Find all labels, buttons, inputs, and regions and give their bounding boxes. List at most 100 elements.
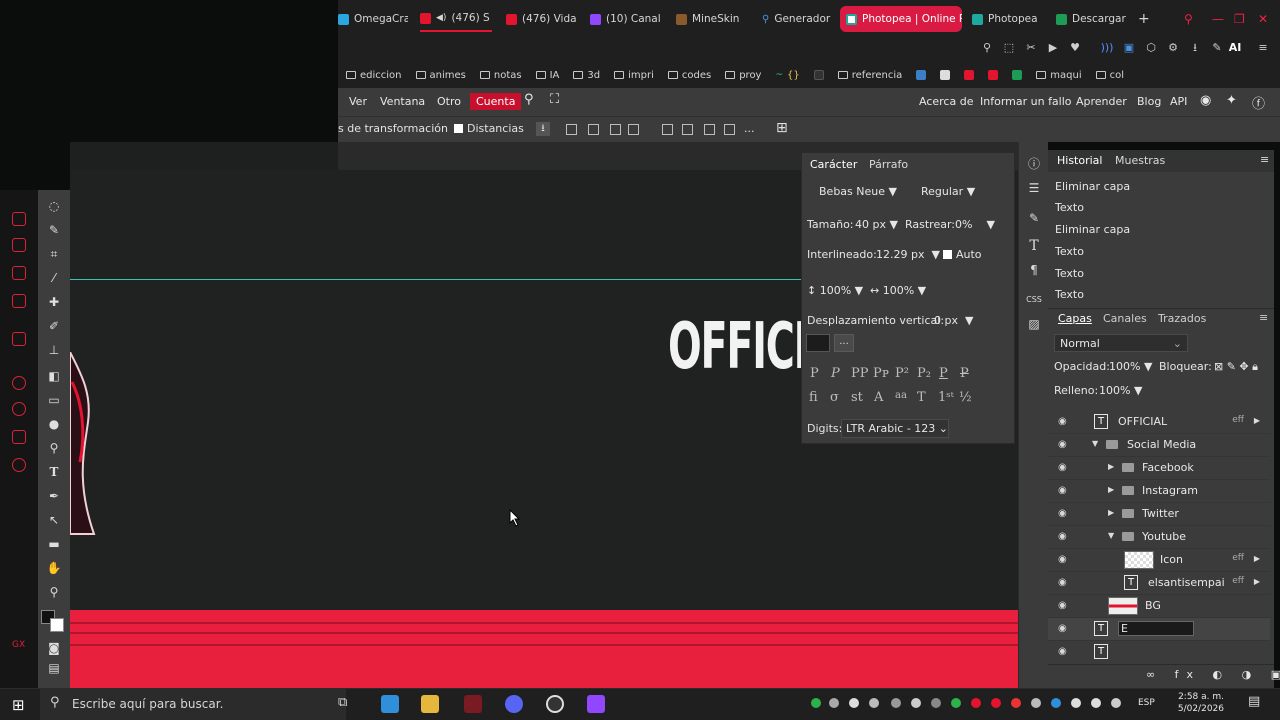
discord-icon[interactable] <box>505 695 523 713</box>
expand-icon[interactable]: ▶ <box>1108 485 1114 494</box>
healing-brush-icon[interactable]: ✚ <box>46 294 62 310</box>
tray-icon[interactable] <box>1011 698 1021 708</box>
fill-input[interactable]: 100% ▼ <box>1099 384 1142 397</box>
bookmark-folder[interactable]: maqui <box>1036 70 1082 81</box>
layer-row[interactable]: ◉ ▶ Facebook <box>1048 457 1270 480</box>
file-explorer-icon[interactable] <box>421 695 439 713</box>
settings-icon[interactable]: ⚙ <box>1166 41 1180 55</box>
visibility-eye-icon[interactable]: ◉ <box>1058 462 1067 473</box>
browser-tab[interactable]: ◀) (476) S <box>420 6 492 32</box>
swash-icon[interactable]: A <box>874 390 883 405</box>
taskbar-clock[interactable]: 2:58 a. m. 5/02/2026 <box>1178 691 1224 715</box>
gx-icon[interactable]: GX <box>12 640 26 654</box>
gradient-icon[interactable]: ▭ <box>46 392 62 408</box>
pin-icon[interactable]: ⚲ <box>980 41 994 55</box>
brush-settings-icon[interactable]: ✎ <box>1026 210 1042 226</box>
distribute-icon[interactable] <box>704 124 715 135</box>
tab-layers[interactable]: Capas <box>1058 312 1092 325</box>
guide-line[interactable] <box>70 279 810 280</box>
bookmark-link[interactable] <box>964 70 975 80</box>
ligature-icon[interactable]: fi <box>809 390 818 405</box>
tray-icon[interactable] <box>849 698 859 708</box>
reddit-icon[interactable]: ◉ <box>1200 93 1211 108</box>
app-icon[interactable] <box>12 266 26 280</box>
clock-icon[interactable] <box>12 402 26 416</box>
tab-channels[interactable]: Canales <box>1103 312 1147 325</box>
tracking-input[interactable]: 0% ▼ <box>955 218 995 231</box>
auto-leading-checkbox[interactable]: Auto <box>943 248 982 261</box>
paragraph-icon[interactable]: ¶ <box>1026 262 1042 278</box>
app-icon[interactable] <box>12 238 26 252</box>
visibility-eye-icon[interactable]: ◉ <box>1058 646 1067 657</box>
bookmark-link[interactable] <box>813 70 824 80</box>
history-row[interactable]: Texto <box>1055 267 1084 280</box>
blur-icon[interactable]: ● <box>46 416 62 432</box>
fullscreen-icon[interactable]: ⛶ <box>550 92 559 107</box>
puzzle-icon[interactable]: ⬡ <box>1144 41 1158 55</box>
link-report-bug[interactable]: Informar un fallo <box>980 95 1072 108</box>
browser-tab[interactable]: ⚲ Generador <box>762 6 834 32</box>
menu-ver[interactable]: Ver <box>349 95 367 108</box>
effects-badge[interactable]: eff <box>1232 553 1244 563</box>
canvas-headline-text[interactable]: OFFICI <box>668 310 808 384</box>
history-row[interactable]: Texto <box>1055 245 1084 258</box>
visibility-eye-icon[interactable]: ◉ <box>1058 508 1067 519</box>
panel-menu-icon[interactable]: ≡ <box>1260 153 1269 166</box>
layer-row[interactable]: ◉ T elsantisempai eff ▶ <box>1048 572 1270 595</box>
visibility-eye-icon[interactable]: ◉ <box>1058 416 1067 427</box>
layer-row[interactable]: ◉ Icon eff ▶ <box>1048 549 1270 572</box>
bookmark-folder[interactable]: IA <box>535 70 559 81</box>
grid-icon[interactable]: ⊞ <box>776 120 788 136</box>
bookmark-link[interactable] <box>1012 70 1023 80</box>
language-indicator[interactable]: ESP <box>1138 698 1155 708</box>
horizontal-scale-input[interactable]: ↔ 100% ▼ <box>870 284 926 297</box>
browser-tab-active[interactable]: Photopea | Online P <box>840 6 962 32</box>
underline-icon[interactable]: P <box>939 366 948 381</box>
layer-row[interactable]: ◉ T OFFICIAL eff ▶ <box>1048 411 1270 434</box>
refresh-icon[interactable] <box>12 212 26 226</box>
subscript-icon[interactable]: P₂ <box>917 366 931 381</box>
faux-italic-icon[interactable]: P <box>831 366 840 381</box>
superscript-icon[interactable]: P² <box>895 366 909 381</box>
properties-icon[interactable]: ☰ <box>1026 180 1042 196</box>
tray-icon[interactable] <box>1031 698 1041 708</box>
titling-icon[interactable]: T <box>917 390 926 405</box>
align-top-icon[interactable]: ⭳ <box>536 122 550 136</box>
visibility-eye-icon[interactable]: ◉ <box>1058 623 1067 634</box>
tray-icon[interactable] <box>829 698 839 708</box>
align-icon[interactable] <box>610 124 621 135</box>
ai-button[interactable]: AI <box>1226 41 1244 55</box>
xbox-icon[interactable] <box>811 698 821 708</box>
lasso-tool-icon[interactable]: ◌ <box>46 198 62 214</box>
expand-icon[interactable]: ▶ <box>1108 462 1114 471</box>
browser-tab[interactable]: MineSkin <box>676 6 748 32</box>
bluetooth-icon[interactable] <box>1051 698 1061 708</box>
tab-history[interactable]: Historial <box>1057 154 1102 167</box>
layer-row-selected[interactable]: ◉ T E <box>1048 618 1270 641</box>
bookmark-folder[interactable]: referencia <box>837 70 902 81</box>
search-icon[interactable]: ⚲ <box>524 92 534 107</box>
blend-mode-select[interactable]: Normal ⌄ <box>1054 334 1188 352</box>
eyedropper-icon[interactable]: ⁄ <box>46 270 62 286</box>
bookmark-link[interactable] <box>916 70 927 80</box>
tab-swatches[interactable]: Muestras <box>1115 154 1165 167</box>
settings-icon[interactable] <box>12 458 26 472</box>
volume-icon[interactable] <box>1091 698 1101 708</box>
menu-icon[interactable]: ≡ <box>1256 41 1270 55</box>
text-color-swatch[interactable] <box>806 334 830 352</box>
quick-select-icon[interactable]: ✎ <box>46 222 62 238</box>
fractions-icon[interactable]: ½ <box>959 390 972 405</box>
history-row[interactable]: Texto <box>1055 288 1084 301</box>
tray-icon[interactable] <box>1111 698 1121 708</box>
layer-row[interactable]: ◉ BG <box>1048 595 1270 618</box>
cube-icon[interactable] <box>12 430 26 444</box>
stylistic-alternates-icon[interactable]: aa <box>895 390 907 401</box>
bookmark-folder[interactable]: 3d <box>573 70 600 81</box>
layer-row[interactable]: ◉ ▼ Youtube <box>1048 526 1270 549</box>
play-icon[interactable]: ▶ <box>1046 41 1060 55</box>
bookmark-folder[interactable]: animes <box>415 70 466 81</box>
distances-checkbox[interactable]: Distancias <box>454 122 524 135</box>
hand-tool-icon[interactable]: ✋ <box>46 560 62 576</box>
record-icon[interactable] <box>12 376 26 390</box>
bookmark-folder[interactable]: proy <box>725 70 761 81</box>
